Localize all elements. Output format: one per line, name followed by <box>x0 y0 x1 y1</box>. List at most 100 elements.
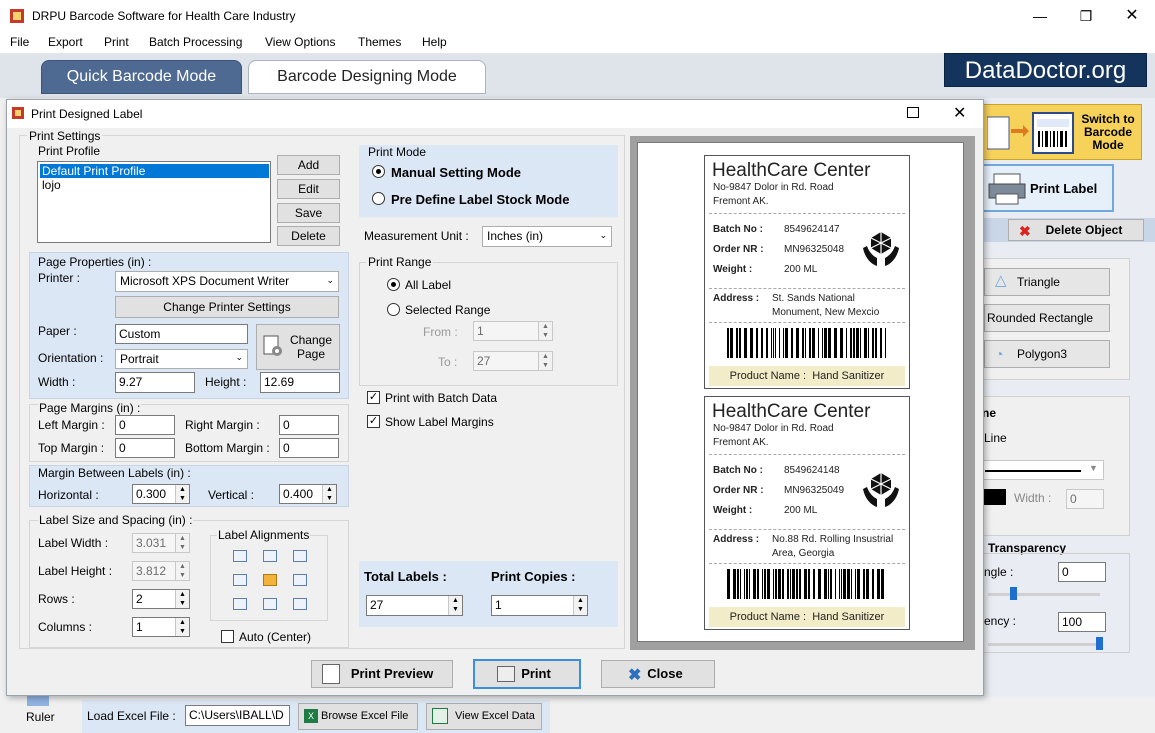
edit-profile-button[interactable]: Edit <box>277 179 340 199</box>
line-color-swatch[interactable] <box>982 489 1006 505</box>
page-width-input[interactable]: 9.27 <box>115 372 195 393</box>
paper-input[interactable]: Custom <box>115 324 248 344</box>
excel-icon: X <box>304 709 318 723</box>
minimize-icon[interactable]: — <box>1017 0 1063 32</box>
show-margins-checkbox[interactable]: ✓ <box>367 415 380 428</box>
rows-spinner[interactable]: 2 ▲ ▼ <box>132 589 190 609</box>
print-copies-label: Print Copies : <box>491 569 576 584</box>
label-alignments-title: Label Alignments <box>217 528 311 542</box>
close-window-icon[interactable]: ✕ <box>1109 0 1155 32</box>
print-copies-spinner[interactable]: 1 ▲ ▼ <box>491 595 588 616</box>
barcode-image <box>727 569 884 599</box>
save-profile-button[interactable]: Save <box>277 203 340 223</box>
selected-range-text[interactable]: Selected Range <box>405 303 490 317</box>
app-titlebar: DRPU Barcode Software for Health Care In… <box>0 0 1155 32</box>
view-excel-button[interactable]: View Excel Data <box>426 703 542 730</box>
label-height-spinner[interactable]: 3.812 ▲ ▼ <box>132 561 190 581</box>
horizontal-label: Horizontal : <box>38 488 99 502</box>
print-label-button[interactable]: Print Label <box>982 164 1114 212</box>
quick-barcode-mode-tab[interactable]: Quick Barcode Mode <box>41 60 242 94</box>
manual-mode-radio[interactable] <box>372 165 385 178</box>
delete-object-button[interactable]: ✖ Delete Object <box>1008 219 1144 241</box>
print-icon <box>497 666 515 682</box>
triangle-button[interactable]: △ Triangle <box>984 268 1110 296</box>
page-height-input[interactable]: 12.69 <box>260 372 340 393</box>
to-spinner[interactable]: 27 ▲ ▼ <box>473 351 553 371</box>
excel-path-input[interactable]: C:\Users\IBALL\D <box>185 705 290 726</box>
from-spinner[interactable]: 1 ▲ ▼ <box>473 321 553 341</box>
left-margin-label: Left Margin : <box>38 418 105 432</box>
show-margins-label: Show Label Margins <box>385 415 494 429</box>
menu-help[interactable]: Help <box>418 35 451 49</box>
print-profile-list[interactable]: Default Print Profile lojo <box>37 161 271 243</box>
dialog-close-icon[interactable]: ✕ <box>953 103 966 123</box>
align-middle-right-icon[interactable] <box>293 574 307 586</box>
printer-select[interactable]: Microsoft XPS Document Writer ⌄ <box>115 271 339 292</box>
align-top-center-icon[interactable] <box>263 550 277 562</box>
right-margin-input[interactable]: 0 <box>279 415 339 435</box>
measurement-unit-select[interactable]: Inches (in) ⌄ <box>482 226 612 247</box>
browse-excel-button[interactable]: X Browse Excel File <box>298 703 418 730</box>
all-label-text[interactable]: All Label <box>405 278 451 292</box>
menu-file[interactable]: File <box>6 35 33 49</box>
predefine-mode-label[interactable]: Pre Define Label Stock Mode <box>391 192 569 207</box>
add-profile-button[interactable]: Add <box>277 155 340 175</box>
auto-center-checkbox[interactable] <box>221 630 234 643</box>
align-bottom-center-icon[interactable] <box>263 598 277 610</box>
predefine-mode-radio[interactable] <box>372 192 385 205</box>
all-label-radio[interactable] <box>387 278 400 291</box>
opacity-input[interactable]: 100 <box>1058 612 1106 632</box>
change-page-button[interactable]: Change Page <box>256 324 340 370</box>
align-middle-left-icon[interactable] <box>233 574 247 586</box>
align-top-left-icon[interactable] <box>233 550 247 562</box>
print-preview-button[interactable]: Print Preview <box>311 660 453 688</box>
angle-input[interactable]: 0 <box>1058 562 1106 582</box>
menu-batch-processing[interactable]: Batch Processing <box>145 35 246 49</box>
print-range-title: Print Range <box>366 255 434 269</box>
align-bottom-left-icon[interactable] <box>233 598 247 610</box>
bottom-margin-input[interactable]: 0 <box>279 438 339 458</box>
vertical-label: Vertical : <box>208 488 255 502</box>
line-style-select[interactable]: ▼ <box>982 460 1104 480</box>
menu-themes[interactable]: Themes <box>354 35 405 49</box>
weight-value: 200 ML <box>784 264 818 275</box>
maximize-icon[interactable]: ❐ <box>1063 0 1109 32</box>
align-bottom-right-icon[interactable] <box>293 598 307 610</box>
angle-slider-thumb[interactable] <box>1010 587 1018 600</box>
print-button[interactable]: Print <box>473 659 581 689</box>
rounded-rectangle-button[interactable]: Rounded Rectangle <box>984 304 1110 332</box>
total-labels-spinner[interactable]: 27 ▲ ▼ <box>366 595 463 616</box>
menu-print[interactable]: Print <box>100 35 133 49</box>
menu-export[interactable]: Export <box>44 35 87 49</box>
vertical-spinner[interactable]: 0.400 ▲ ▼ <box>279 484 337 504</box>
columns-label: Columns : <box>38 620 93 634</box>
manual-mode-label[interactable]: Manual Setting Mode <box>391 165 521 180</box>
selected-range-radio[interactable] <box>387 303 400 316</box>
horizontal-spinner[interactable]: 0.300 ▲ ▼ <box>132 484 190 504</box>
profile-item-default[interactable]: Default Print Profile <box>40 164 269 178</box>
angle-slider-track[interactable] <box>988 593 1100 596</box>
columns-spinner[interactable]: 1 ▲ ▼ <box>132 617 190 637</box>
width-input[interactable]: 0 <box>1066 489 1104 509</box>
orientation-select[interactable]: Portrait ⌄ <box>115 349 248 369</box>
bottom-margin-label: Bottom Margin : <box>185 441 270 455</box>
change-printer-settings-button[interactable]: Change Printer Settings <box>115 296 339 318</box>
close-button[interactable]: ✖ Close <box>601 660 715 688</box>
top-margin-input[interactable]: 0 <box>115 438 175 458</box>
menu-view-options[interactable]: View Options <box>261 35 339 49</box>
dialog-maximize-icon[interactable] <box>907 107 919 118</box>
opacity-slider-thumb[interactable] <box>1096 637 1103 650</box>
label-width-spinner[interactable]: 3.031 ▲ ▼ <box>132 533 190 553</box>
align-top-right-icon[interactable] <box>293 550 307 562</box>
polygon3-button[interactable]: ◔ Polygon3 <box>984 340 1110 368</box>
left-margin-input[interactable]: 0 <box>115 415 175 435</box>
delete-profile-button[interactable]: Delete <box>277 226 340 246</box>
opacity-slider-track[interactable] <box>988 643 1100 646</box>
barcode-designing-mode-tab[interactable]: Barcode Designing Mode <box>248 60 486 94</box>
print-batch-checkbox[interactable]: ✓ <box>367 391 380 404</box>
switch-to-barcode-mode-button[interactable]: Switch to Barcode Mode <box>982 104 1142 160</box>
margin-between-title: Margin Between Labels (in) : <box>38 466 191 480</box>
align-center-icon[interactable] <box>263 574 277 586</box>
profile-item-lojo[interactable]: lojo <box>40 178 61 192</box>
ruler-label[interactable]: Ruler <box>26 710 55 724</box>
